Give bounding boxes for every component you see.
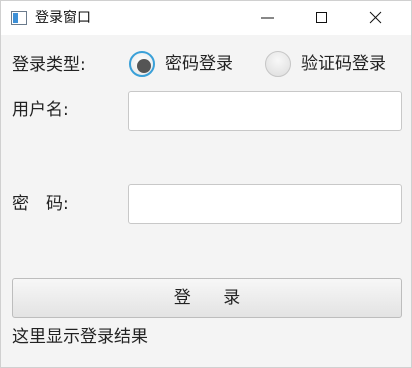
password-label: 密 码: <box>12 194 69 214</box>
close-button[interactable] <box>353 1 399 35</box>
username-label: 用户名: <box>12 100 69 120</box>
login-type-label: 登录类型: <box>12 55 86 75</box>
close-icon <box>369 11 382 24</box>
maximize-icon <box>316 12 327 23</box>
password-input[interactable] <box>128 184 402 224</box>
window-title: 登录窗口 <box>35 10 91 26</box>
title-bar[interactable]: 登录窗口 <box>1 1 411 35</box>
radio-code-login-label: 验证码登录 <box>301 54 386 74</box>
minimize-button[interactable] <box>245 1 291 35</box>
radio-unselected-icon <box>265 51 291 77</box>
login-result-text: 这里显示登录结果 <box>12 327 148 347</box>
username-input[interactable] <box>128 91 402 131</box>
form-panel: 登录类型: 密码登录 验证码登录 用户名: 密 码: 登 录 这里显示登录结果 <box>1 35 411 367</box>
window-app-icon <box>11 11 27 25</box>
login-window: 登录窗口 登录类型: 密码登录 验证码登录 用户名: 密 码: 登 录 这里显示… <box>0 0 412 368</box>
maximize-button[interactable] <box>299 1 345 35</box>
login-button[interactable]: 登 录 <box>12 278 402 318</box>
minimize-icon <box>261 17 274 19</box>
radio-selected-icon <box>129 51 155 77</box>
radio-password-login-label: 密码登录 <box>165 54 233 74</box>
